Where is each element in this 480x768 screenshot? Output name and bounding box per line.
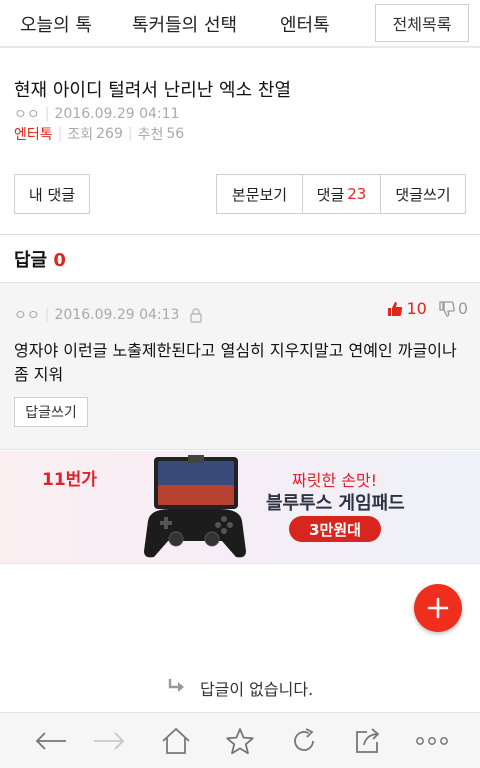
replies-label: 답글 xyxy=(14,250,48,271)
ad-brand-logo: 11번가 xyxy=(42,470,97,490)
post-actions-group: 본문보기 댓글 23 댓글쓰기 xyxy=(216,174,466,214)
thumbs-up-icon[interactable] xyxy=(387,301,403,317)
forward-icon[interactable] xyxy=(92,727,126,755)
replies-header: 답글 0 xyxy=(14,246,66,272)
back-icon[interactable] xyxy=(34,727,68,755)
comment-author[interactable]: ㅇㅇ xyxy=(14,305,40,325)
my-comments-button[interactable]: 내 댓글 xyxy=(14,174,90,214)
thumbs-down-icon[interactable] xyxy=(439,300,455,317)
gamepad-image xyxy=(140,455,250,565)
views-label: 조회 xyxy=(67,127,94,143)
plus-icon xyxy=(426,596,450,620)
ad-product: 블루투스 게임패드 xyxy=(266,493,405,514)
more-icon[interactable] xyxy=(415,727,449,755)
view-body-button[interactable]: 본문보기 xyxy=(217,175,303,213)
lock-icon xyxy=(189,307,203,323)
ad-price-badge: 3만원대 xyxy=(289,516,381,542)
no-replies-message: 답글이 없습니다. xyxy=(0,676,480,700)
post-stats: 엔터톡 | 조회 269 | 추천 56 xyxy=(14,124,184,144)
views-count: 269 xyxy=(96,126,123,142)
no-replies-text: 답글이 없습니다. xyxy=(199,680,314,699)
meta-separator: | xyxy=(44,307,50,323)
divider xyxy=(0,234,480,235)
post-meta: ㅇㅇ | 2016.09.29 04:11 xyxy=(14,104,179,124)
likes-count: 10 xyxy=(406,299,427,318)
ad-tagline: 짜릿한 손맛! xyxy=(292,471,378,490)
comments-count: 23 xyxy=(347,185,367,203)
meta-separator: | xyxy=(57,126,63,142)
recommend-label: 추천 xyxy=(137,127,164,143)
comment-text: 영자야 이런글 노출제한된다고 열심히 지우지말고 연예인 까글이나 좀 지워 xyxy=(14,341,457,384)
write-reply-button[interactable]: 답글쓰기 xyxy=(14,397,88,427)
comment-votes: 10 0 xyxy=(387,299,468,318)
meta-separator: | xyxy=(127,126,133,142)
comments-button[interactable]: 댓글 23 xyxy=(303,175,381,213)
dislikes-count: 0 xyxy=(457,299,468,318)
divider xyxy=(0,563,480,564)
post-title: 현재 아이디 털려서 난리난 엑소 찬열 xyxy=(14,80,292,101)
replies-count: 0 xyxy=(53,250,66,271)
comments-label: 댓글 xyxy=(316,185,345,204)
post-datetime: 2016.09.29 04:11 xyxy=(54,106,180,122)
star-icon[interactable] xyxy=(223,727,257,755)
meta-separator: | xyxy=(44,106,50,122)
comment-datetime: 2016.09.29 04:13 xyxy=(54,307,180,323)
add-fab-button[interactable] xyxy=(414,584,462,632)
comment-meta: ㅇㅇ | 2016.09.29 04:13 xyxy=(14,305,203,325)
top-nav: 오늘의 톡 톡커들의 선택 엔터톡 전체목록 xyxy=(0,0,480,48)
tab-today-talk[interactable]: 오늘의 톡 xyxy=(20,11,92,37)
share-icon[interactable] xyxy=(351,727,385,755)
tab-entertainment-talk[interactable]: 엔터톡 xyxy=(280,11,330,37)
reply-arrow-icon xyxy=(167,677,187,699)
refresh-icon[interactable] xyxy=(287,727,321,755)
write-comment-button[interactable]: 댓글쓰기 xyxy=(381,175,465,213)
post-author[interactable]: ㅇㅇ xyxy=(14,104,40,124)
ad-banner[interactable]: 11번가 짜릿한 손맛! 블루투스 게임패드 3만원대 xyxy=(0,451,480,563)
comment-card: ㅇㅇ | 2016.09.29 04:13 10 0 영자야 이런글 노출제한된… xyxy=(0,282,480,450)
home-icon[interactable] xyxy=(159,727,193,755)
all-list-button[interactable]: 전체목록 xyxy=(375,4,469,42)
browser-toolbar xyxy=(0,712,480,768)
recommend-count: 56 xyxy=(166,126,185,142)
tab-talkers-choice[interactable]: 톡커들의 선택 xyxy=(132,11,237,37)
post-category[interactable]: 엔터톡 xyxy=(14,124,53,144)
